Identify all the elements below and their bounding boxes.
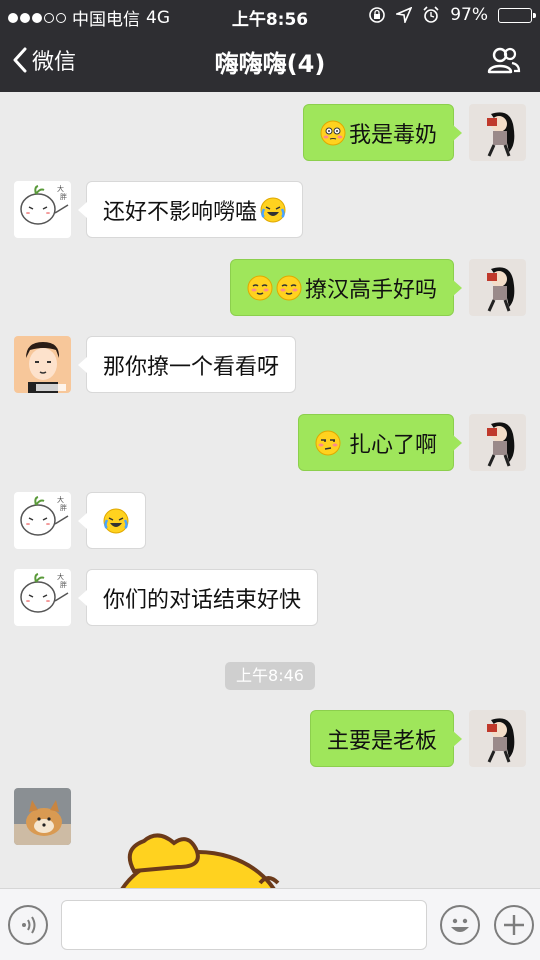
message-text: 扎心了啊 (348, 432, 437, 458)
message-text: 主要是老板 (326, 728, 437, 754)
status-bar: 中国电信 4G 上午8:56 97% (0, 0, 540, 30)
chat-title: 嗨嗨嗨(4) (214, 50, 326, 78)
status-right: 97% (368, 5, 536, 25)
message-text: 撩汉高手好吗 (304, 277, 437, 303)
rotation-lock-icon (369, 7, 386, 23)
message-text: 你们的对话结束好快 (103, 587, 302, 613)
smirk-emoji-icon (247, 275, 273, 300)
svg-text:胖: 胖 (60, 580, 67, 589)
voice-icon (22, 916, 36, 934)
alarm-icon (423, 6, 439, 23)
emoji-picker-button[interactable] (440, 905, 480, 945)
voice-input-button[interactable] (8, 905, 48, 945)
avatar-shiba-dog[interactable] (14, 788, 71, 845)
message-text: 我是毒奶 (348, 122, 437, 148)
avatar-sprout-friend[interactable]: 大胖 (14, 492, 71, 549)
laughing-crying-emoji-icon (103, 508, 129, 533)
svg-text:大: 大 (57, 572, 64, 581)
plus-icon (504, 915, 524, 935)
message-bubble-sent[interactable]: 我是毒奶 (302, 104, 463, 161)
avatar-self[interactable] (469, 104, 526, 161)
message-bubble-sent[interactable]: 主要是老板 (309, 710, 463, 767)
chat-timestamp: 上午8:46 (225, 662, 315, 690)
message-bubble-received[interactable]: 你们的对话结束好快 (77, 569, 319, 626)
location-arrow-icon (396, 7, 413, 23)
message-text: 那你撩一个看看呀 (103, 354, 280, 380)
more-options-button[interactable] (494, 905, 534, 945)
flushed-emoji-icon (320, 120, 346, 145)
avatar-self[interactable] (469, 414, 526, 471)
message-bubble-received[interactable]: 那你撩一个看看呀 (77, 336, 297, 393)
chat-area[interactable]: 我是毒奶 大胖 还好不影响嘮嗑 撩汉高手好吗 那你撩一个看看呀 扎心了啊 大 胖… (0, 92, 540, 888)
svg-text:大: 大 (57, 184, 64, 193)
laughing-crying-emoji-icon (260, 197, 286, 222)
avatar-self[interactable] (469, 710, 526, 767)
message-bubble-received[interactable]: 还好不影响嘮嗑 (77, 181, 304, 238)
battery-percent: 97% (450, 5, 488, 25)
smirk-emoji-icon (276, 275, 302, 300)
message-bubble-sent[interactable]: 扎心了啊 (297, 414, 463, 471)
svg-text:大: 大 (57, 495, 64, 504)
avatar-cartoon-boy[interactable] (14, 336, 71, 393)
svg-text:胖: 胖 (60, 192, 67, 201)
emoji-sticker-image[interactable] (108, 827, 288, 888)
battery-icon (498, 7, 536, 23)
svg-text:胖: 胖 (60, 503, 67, 512)
avatar-sprout-friend[interactable]: 大胖 (14, 181, 71, 238)
input-bar (0, 888, 540, 960)
message-bubble-sent[interactable]: 撩汉高手好吗 (229, 259, 463, 316)
unamused-emoji-icon (315, 430, 341, 455)
group-contacts-button[interactable] (486, 44, 522, 78)
avatar-self[interactable] (469, 259, 526, 316)
message-input[interactable] (61, 900, 427, 950)
message-bubble-received[interactable] (78, 492, 146, 549)
avatar-sprout-friend[interactable]: 大胖 (14, 569, 71, 626)
smiley-icon (451, 918, 469, 932)
message-text: 还好不影响嘮嗑 (103, 199, 258, 225)
group-contacts-icon (487, 47, 521, 74)
nav-bar: 微信 嗨嗨嗨(4) (0, 30, 540, 92)
